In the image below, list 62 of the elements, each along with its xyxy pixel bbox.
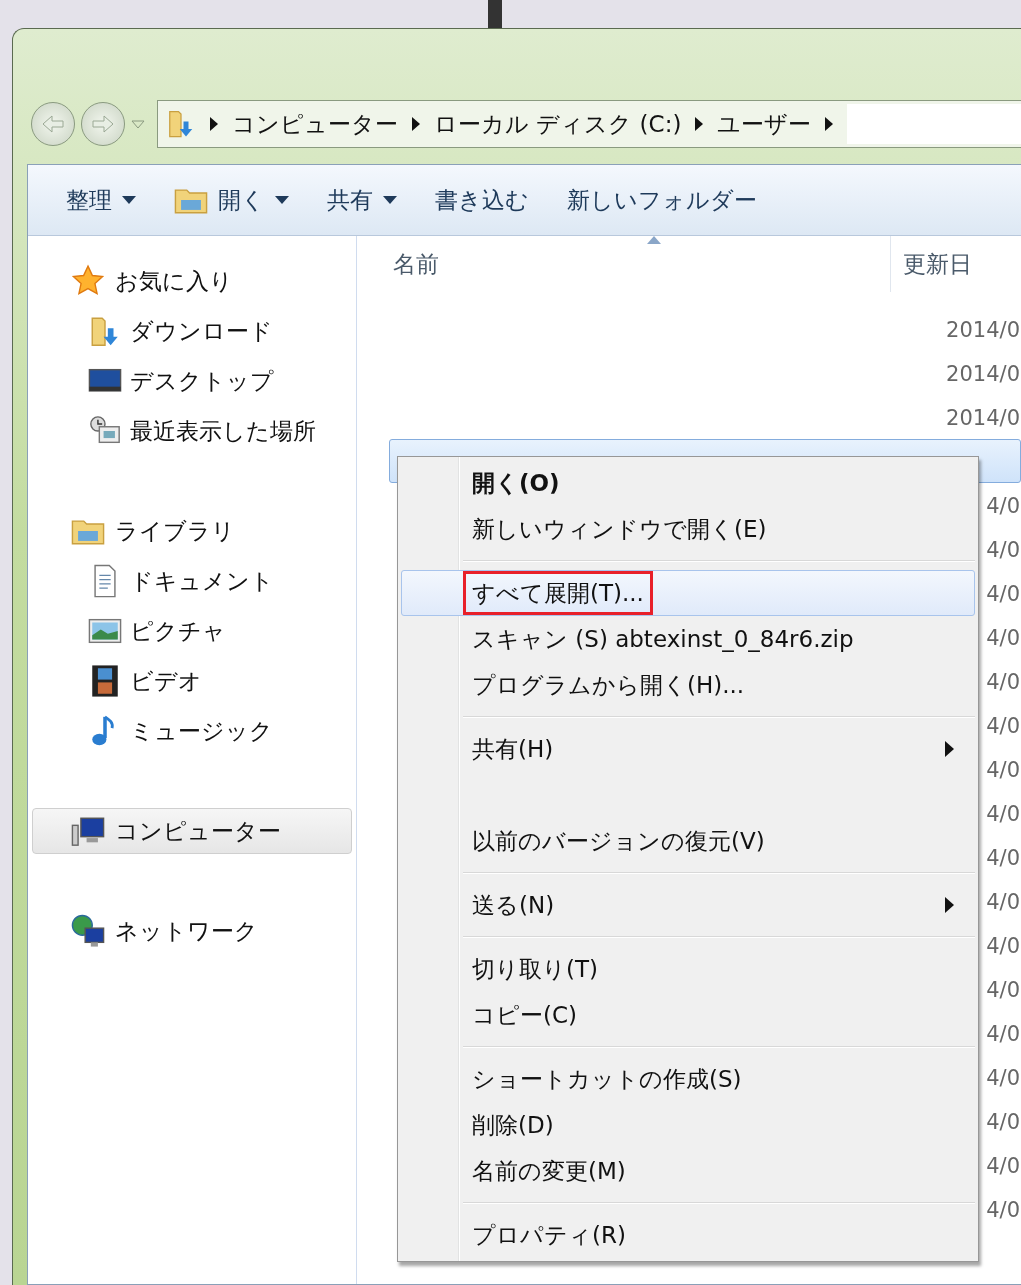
- menu-item[interactable]: ショートカットの作成(S): [401, 1056, 975, 1102]
- date-cell-text: 2014/0: [946, 317, 1020, 344]
- submenu-arrow-icon: [945, 741, 954, 757]
- file-row[interactable]: 2014/0: [389, 351, 1021, 395]
- network-icon: [71, 914, 105, 948]
- caret-icon: [122, 196, 136, 204]
- breadcrumb-arrow-icon[interactable]: [210, 117, 218, 131]
- breadcrumb-arrow-icon[interactable]: [412, 117, 420, 131]
- menu-item[interactable]: すべて展開(T)...: [401, 570, 975, 616]
- breadcrumb[interactable]: ローカル ディスク (C:): [434, 108, 682, 140]
- menu-item[interactable]: 共有(H): [401, 726, 975, 772]
- toolbar-button[interactable]: 共有: [317, 184, 425, 216]
- caret-icon: [275, 196, 289, 204]
- nav-item[interactable]: ダウンロード: [28, 308, 356, 354]
- nav-item[interactable]: ドキュメント: [28, 558, 356, 604]
- menu-item[interactable]: スキャン (S) abtexinst_0_84r6.zip: [401, 616, 975, 662]
- back-arrow-icon: [41, 114, 65, 134]
- menu-item[interactable]: プロパティ(R): [401, 1212, 975, 1258]
- nav-item[interactable]: ライブラリ: [32, 508, 352, 554]
- nav-item[interactable]: コンピューター: [32, 808, 352, 854]
- breadcrumb[interactable]: ユーザー: [717, 108, 812, 140]
- menu-item[interactable]: プログラムから開く(H)...: [401, 662, 975, 708]
- file-row[interactable]: 2014/0: [389, 395, 1021, 439]
- date-cell-text: 4/0: [986, 757, 1020, 784]
- menu-item[interactable]: 開く(O): [401, 460, 975, 506]
- forward-arrow-icon: [91, 114, 115, 134]
- toolbar-button[interactable]: 新しいフォルダー: [557, 184, 785, 216]
- nav-item[interactable]: デスクトップ: [28, 358, 356, 404]
- background-window-edge: [488, 0, 502, 28]
- toolbar-button[interactable]: 開く: [164, 183, 317, 217]
- breadcrumb[interactable]: コンピューター: [232, 108, 398, 140]
- breadcrumb-arrow-icon[interactable]: [695, 117, 704, 131]
- file-row[interactable]: 2014/0: [389, 307, 1021, 351]
- toolbar-button[interactable]: 書き込む: [425, 184, 557, 216]
- column-header[interactable]: 更新日: [891, 236, 1021, 292]
- menu-item[interactable]: 新しいウィンドウで開く(E): [401, 506, 975, 552]
- nav-item[interactable]: ネットワーク: [32, 908, 352, 954]
- caret-icon: [383, 196, 397, 204]
- toolbar-button[interactable]: 整理: [56, 184, 164, 216]
- nav-item[interactable]: 最近表示した場所: [28, 408, 356, 454]
- submenu-arrow-icon: [945, 897, 954, 913]
- nav-item[interactable]: お気に入り: [32, 258, 352, 304]
- menu-item[interactable]: コピー(C): [401, 992, 975, 1038]
- date-cell-text: 2014/0: [946, 361, 1020, 388]
- address-bar[interactable]: コンピューター ローカル ディスク (C:) ユーザー: [157, 100, 1021, 148]
- date-cell-text: 4/0: [986, 1021, 1020, 1048]
- sort-arrow-icon: [647, 236, 661, 244]
- menu-item[interactable]: 以前のバージョンの復元(V): [401, 818, 975, 864]
- menu-item[interactable]: 削除(D): [401, 1102, 975, 1148]
- date-cell-text: 4/0: [986, 713, 1020, 740]
- star-icon: [71, 264, 105, 298]
- nav-item[interactable]: ミュージック: [28, 708, 356, 754]
- menu-item[interactable]: 切り取り(T): [401, 946, 975, 992]
- date-cell-text: 2014/0: [946, 405, 1020, 432]
- date-cell-text: 4/0: [986, 801, 1020, 828]
- menu-item[interactable]: 名前の変更(M): [401, 1148, 975, 1194]
- date-cell-text: 4/0: [986, 1197, 1020, 1224]
- breadcrumb-arrow-icon[interactable]: [825, 117, 834, 131]
- nav-item[interactable]: ビデオ: [28, 658, 356, 704]
- nav-item[interactable]: ピクチャ: [28, 608, 356, 654]
- date-cell-text: 4/0: [986, 933, 1020, 960]
- menu-item[interactable]: 送る(N): [401, 882, 975, 928]
